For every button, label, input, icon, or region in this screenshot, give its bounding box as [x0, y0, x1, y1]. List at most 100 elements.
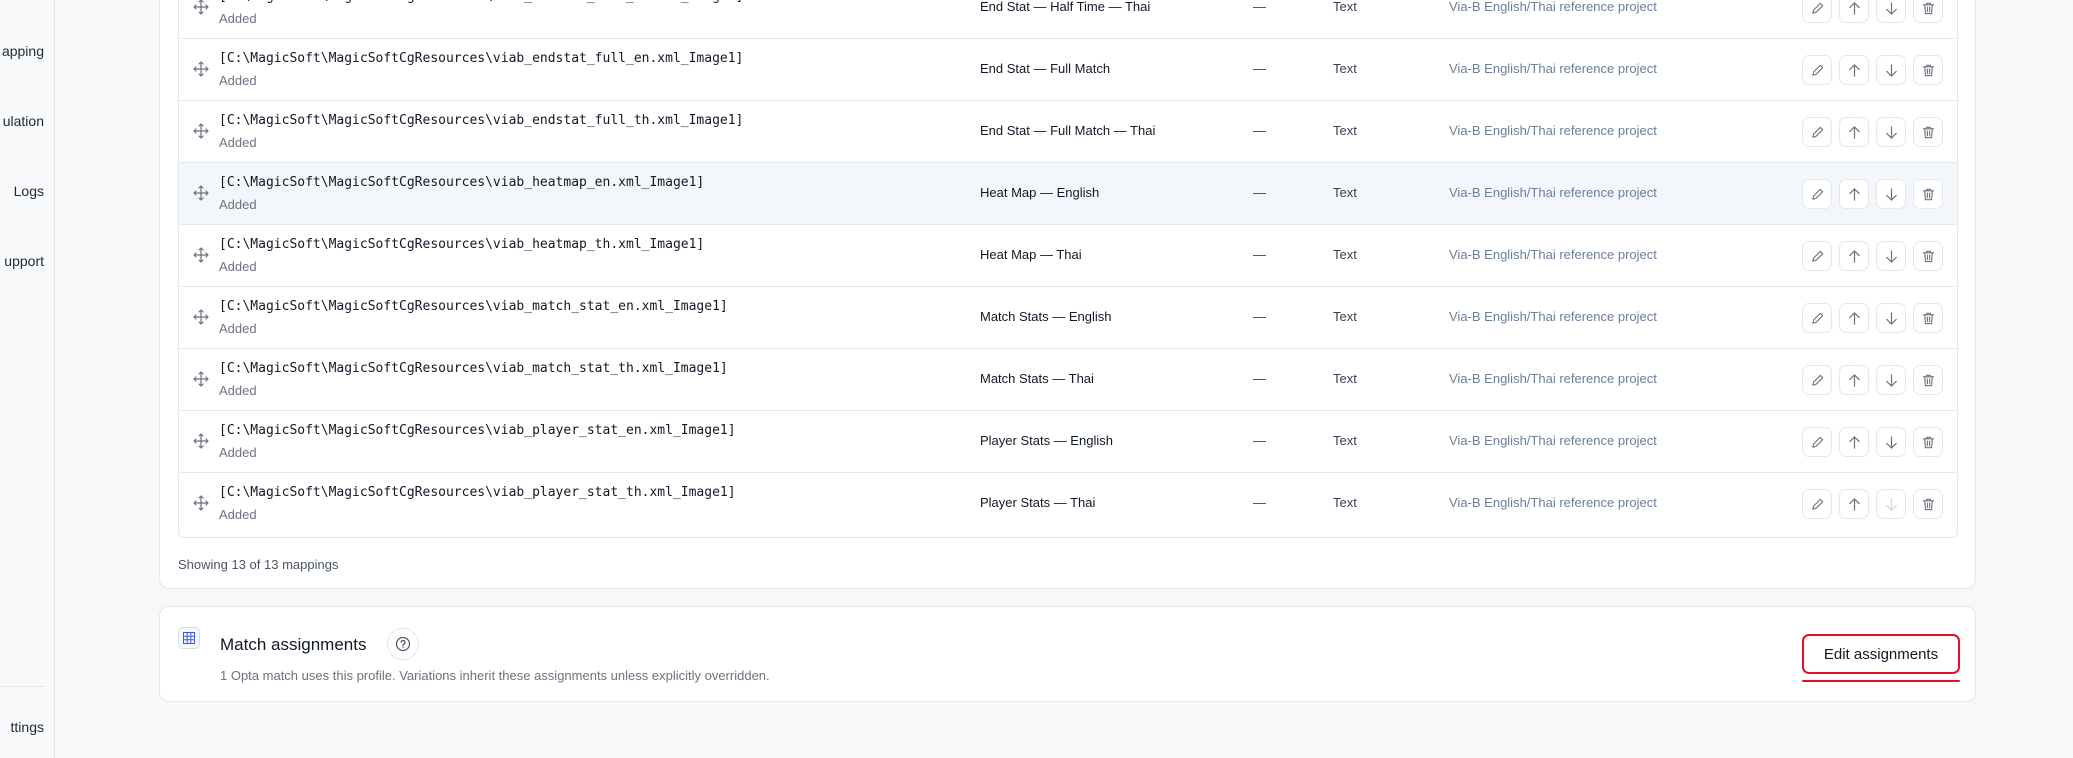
status-label: Added — [219, 259, 257, 274]
move-down-icon[interactable] — [1876, 179, 1906, 209]
row-actions — [1802, 179, 1943, 209]
row-actions — [1802, 489, 1943, 519]
table-row[interactable]: [C:\MagicSoft\MagicSoftCgResources\viab_… — [179, 287, 1957, 349]
move-up-icon[interactable] — [1839, 489, 1869, 519]
status-label: Added — [219, 197, 257, 212]
table-row[interactable]: [C:\MagicSoft\MagicSoftCgResources\viab_… — [179, 225, 1957, 287]
project-name: Via-B English/Thai reference project — [1449, 185, 1657, 200]
empty-value: — — [1253, 61, 1266, 76]
delete-icon[interactable] — [1913, 179, 1943, 209]
drag-handle-icon[interactable] — [193, 371, 209, 387]
project-name: Via-B English/Thai reference project — [1449, 433, 1657, 448]
edit-assignments-underline — [1802, 680, 1960, 682]
row-actions — [1802, 0, 1943, 23]
source-path: [C:\MagicSoft\MagicSoftCgResources\viab_… — [219, 113, 744, 128]
row-actions — [1802, 365, 1943, 395]
mappings-card: [C:\MagicSoft\MagicSoftCgResources\viab_… — [159, 0, 1976, 589]
edit-assignments-button[interactable]: Edit assignments — [1802, 634, 1960, 674]
move-up-icon[interactable] — [1839, 365, 1869, 395]
row-actions — [1802, 427, 1943, 457]
move-up-icon[interactable] — [1839, 117, 1869, 147]
edit-icon[interactable] — [1802, 55, 1832, 85]
project-name: Via-B English/Thai reference project — [1449, 123, 1657, 138]
grid-icon — [178, 627, 200, 649]
project-name: Via-B English/Thai reference project — [1449, 309, 1657, 324]
move-down-icon[interactable] — [1876, 427, 1906, 457]
move-up-icon[interactable] — [1839, 0, 1869, 23]
help-icon[interactable] — [387, 628, 419, 660]
drag-handle-icon[interactable] — [193, 495, 209, 511]
target-name: Heat Map — Thai — [980, 247, 1082, 262]
table-row[interactable]: [C:\MagicSoft\MagicSoftCgResources\viab_… — [179, 0, 1957, 39]
target-name: Player Stats — Thai — [980, 495, 1096, 510]
mapping-type: Text — [1333, 309, 1357, 324]
empty-value: — — [1253, 0, 1266, 14]
sidebar-item-logs[interactable]: Logs — [14, 183, 44, 199]
status-label: Added — [219, 73, 257, 88]
drag-handle-icon[interactable] — [193, 61, 209, 77]
row-actions — [1802, 241, 1943, 271]
move-down-icon[interactable] — [1876, 241, 1906, 271]
move-down-icon[interactable] — [1876, 117, 1906, 147]
delete-icon[interactable] — [1913, 241, 1943, 271]
delete-icon[interactable] — [1913, 55, 1943, 85]
move-up-icon[interactable] — [1839, 427, 1869, 457]
table-row[interactable]: [C:\MagicSoft\MagicSoftCgResources\viab_… — [179, 163, 1957, 225]
target-name: Match Stats — English — [980, 309, 1112, 324]
edit-icon[interactable] — [1802, 427, 1832, 457]
mappings-count: Showing 13 of 13 mappings — [178, 557, 339, 572]
edit-icon[interactable] — [1802, 365, 1832, 395]
sidebar-item-simulation[interactable]: ulation — [3, 113, 44, 129]
table-row[interactable]: [C:\MagicSoft\MagicSoftCgResources\viab_… — [179, 473, 1957, 535]
move-down-icon — [1876, 489, 1906, 519]
delete-icon[interactable] — [1913, 0, 1943, 23]
empty-value: — — [1253, 495, 1266, 510]
drag-handle-icon[interactable] — [193, 185, 209, 201]
drag-handle-icon[interactable] — [193, 247, 209, 263]
table-row[interactable]: [C:\MagicSoft\MagicSoftCgResources\viab_… — [179, 349, 1957, 411]
match-assignments-description: 1 Opta match uses this profile. Variatio… — [220, 668, 770, 683]
move-up-icon[interactable] — [1839, 55, 1869, 85]
status-label: Added — [219, 11, 257, 26]
edit-icon[interactable] — [1802, 179, 1832, 209]
drag-handle-icon[interactable] — [193, 0, 209, 15]
sidebar-item-settings[interactable]: ttings — [11, 719, 44, 735]
delete-icon[interactable] — [1913, 303, 1943, 333]
project-name: Via-B English/Thai reference project — [1449, 61, 1657, 76]
mapping-type: Text — [1333, 0, 1357, 14]
edit-icon[interactable] — [1802, 117, 1832, 147]
edit-icon[interactable] — [1802, 489, 1832, 519]
target-name: End Stat — Full Match — [980, 61, 1111, 76]
sidebar-item-support[interactable]: upport — [4, 253, 44, 269]
move-down-icon[interactable] — [1876, 303, 1906, 333]
move-down-icon[interactable] — [1876, 365, 1906, 395]
drag-handle-icon[interactable] — [193, 123, 209, 139]
source-path: [C:\MagicSoft\MagicSoftCgResources\viab_… — [219, 0, 743, 4]
table-row[interactable]: [C:\MagicSoft\MagicSoftCgResources\viab_… — [179, 411, 1957, 473]
sidebar-item-mapping[interactable]: apping — [2, 43, 44, 59]
target-name: Match Stats — Thai — [980, 371, 1094, 386]
move-up-icon[interactable] — [1839, 303, 1869, 333]
project-name: Via-B English/Thai reference project — [1449, 247, 1657, 262]
target-name: Heat Map — English — [980, 185, 1100, 200]
move-down-icon[interactable] — [1876, 55, 1906, 85]
table-row[interactable]: [C:\MagicSoft\MagicSoftCgResources\viab_… — [179, 39, 1957, 101]
move-up-icon[interactable] — [1839, 179, 1869, 209]
match-assignments-title: Match assignments — [220, 635, 367, 654]
delete-icon[interactable] — [1913, 489, 1943, 519]
source-path: [C:\MagicSoft\MagicSoftCgResources\viab_… — [219, 423, 736, 438]
source-path: [C:\MagicSoft\MagicSoftCgResources\viab_… — [219, 485, 736, 500]
edit-icon[interactable] — [1802, 241, 1832, 271]
table-row[interactable]: [C:\MagicSoft\MagicSoftCgResources\viab_… — [179, 101, 1957, 163]
edit-icon[interactable] — [1802, 303, 1832, 333]
empty-value: — — [1253, 247, 1266, 262]
drag-handle-icon[interactable] — [193, 309, 209, 325]
move-down-icon[interactable] — [1876, 0, 1906, 23]
delete-icon[interactable] — [1913, 117, 1943, 147]
move-up-icon[interactable] — [1839, 241, 1869, 271]
edit-icon[interactable] — [1802, 0, 1832, 23]
drag-handle-icon[interactable] — [193, 433, 209, 449]
delete-icon[interactable] — [1913, 427, 1943, 457]
delete-icon[interactable] — [1913, 365, 1943, 395]
source-path: [C:\MagicSoft\MagicSoftCgResources\viab_… — [219, 237, 705, 252]
